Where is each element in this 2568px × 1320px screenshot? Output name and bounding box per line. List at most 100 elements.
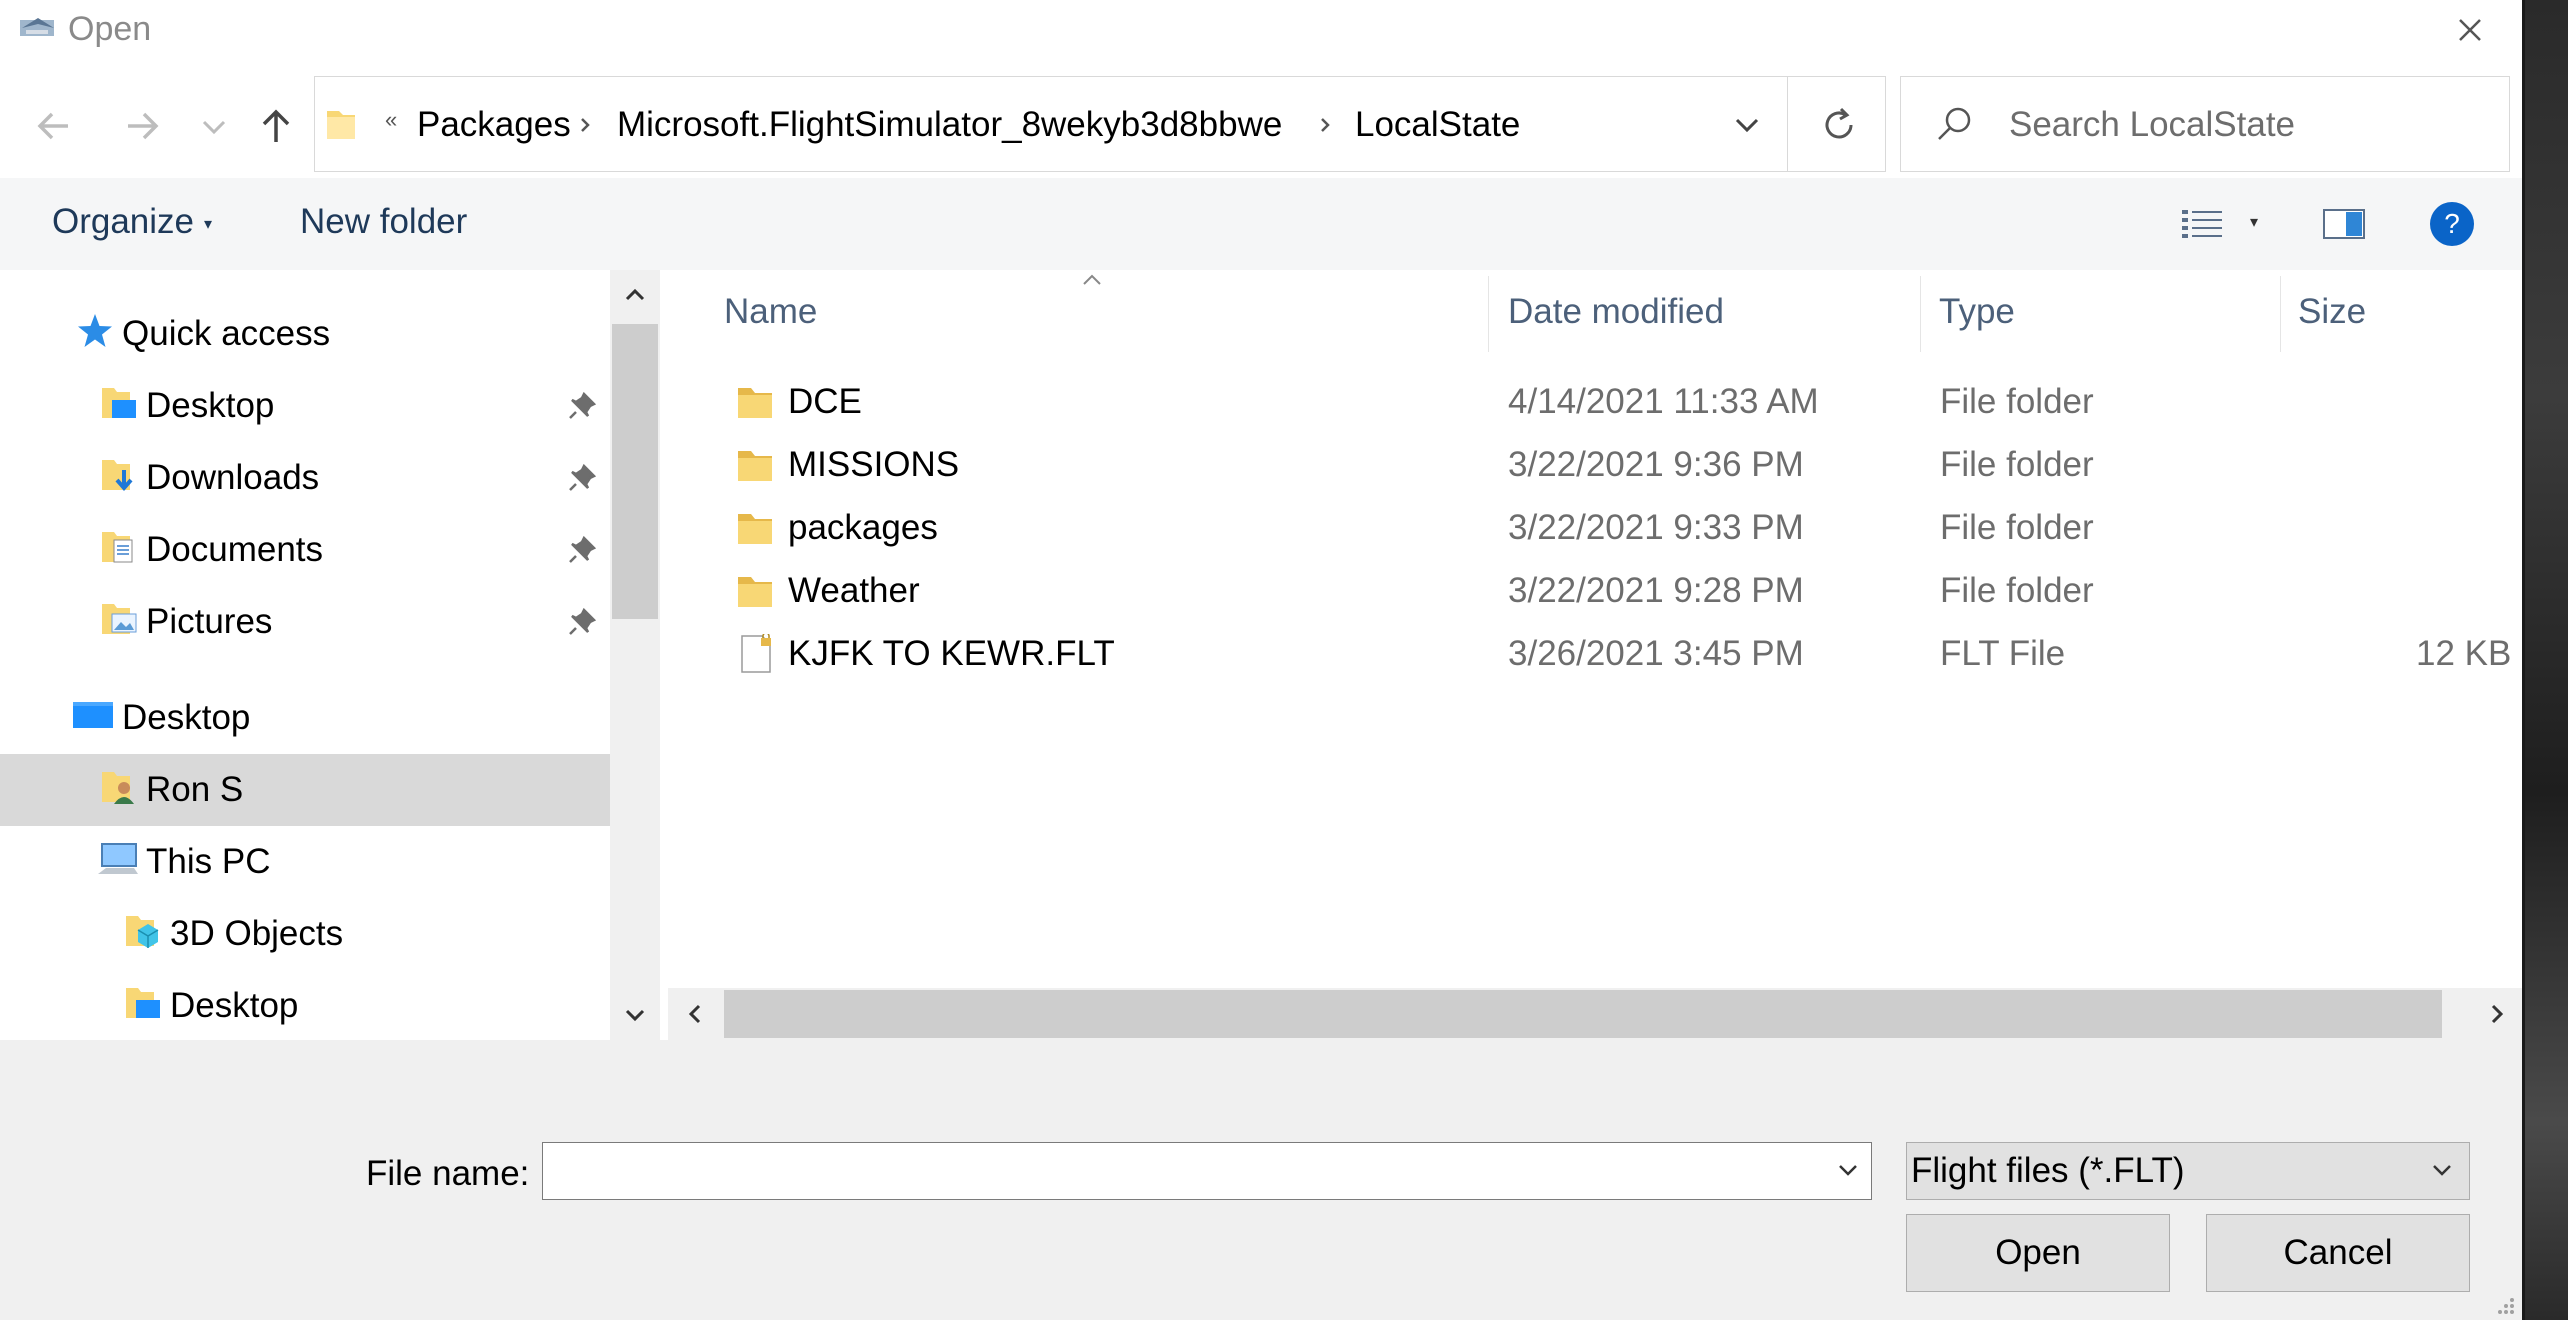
folder-icon: [738, 388, 772, 418]
breadcrumb-flightsimulator[interactable]: Microsoft.FlightSimulator_8wekyb3d8bbwe: [617, 105, 1282, 145]
search-icon: [1938, 107, 1971, 140]
file-type: File folder: [1940, 445, 2094, 484]
folder-icon: [738, 577, 772, 607]
breadcrumb-separator-icon[interactable]: [1317, 115, 1333, 135]
file-date: 3/26/2021 3:45 PM: [1508, 634, 1804, 673]
breadcrumb-packages[interactable]: Packages: [417, 105, 571, 145]
breadcrumb-separator-icon[interactable]: [577, 115, 593, 135]
window-title: Open: [68, 10, 152, 48]
resize-grip-icon[interactable]: [2490, 1290, 2516, 1316]
scroll-right-icon[interactable]: [2482, 998, 2512, 1030]
computer-icon: [98, 843, 138, 874]
forward-arrow-icon[interactable]: [110, 94, 174, 158]
view-options-dropdown-icon[interactable]: ▾: [2250, 212, 2258, 232]
column-header-type[interactable]: Type: [1939, 292, 2015, 332]
horizontal-scroll-thumb[interactable]: [724, 990, 2442, 1038]
file-type: File folder: [1940, 382, 2094, 421]
file-name: MISSIONS: [788, 445, 960, 484]
folder-icon: [738, 514, 772, 544]
file-list-pane: Name Date modified Type Size DCE 4/14/20…: [668, 270, 2522, 1040]
search-placeholder[interactable]: Search LocalState: [2009, 105, 2295, 145]
cancel-button[interactable]: Cancel: [2206, 1214, 2470, 1292]
column-header-size[interactable]: Size: [2298, 292, 2366, 332]
nav-item-label: Downloads: [146, 458, 320, 497]
column-header-name[interactable]: Name: [724, 292, 817, 332]
user-folder-icon: [102, 772, 134, 804]
nav-item-documents[interactable]: Documents: [0, 514, 608, 586]
scroll-up-icon[interactable]: [620, 280, 650, 310]
help-icon[interactable]: ?: [2428, 200, 2476, 248]
title-bar: Open: [0, 0, 2522, 64]
nav-item-label: This PC: [146, 842, 271, 881]
file-date: 4/14/2021 11:33 AM: [1508, 382, 1819, 421]
nav-item-quick-access[interactable]: Quick access: [0, 298, 608, 370]
organize-button[interactable]: Organize ▾: [52, 202, 212, 242]
svg-text:?: ?: [2444, 208, 2460, 239]
file-name-dropdown-chevron-icon[interactable]: [1833, 1155, 1863, 1185]
pin-icon: [569, 535, 597, 563]
nav-item-label: Desktop: [146, 386, 275, 425]
organize-label: Organize: [52, 202, 195, 241]
back-arrow-icon[interactable]: [22, 94, 86, 158]
file-size: 12 KB: [2416, 634, 2512, 673]
address-bar[interactable]: « Packages Microsoft.FlightSimulator_8we…: [314, 76, 1886, 172]
close-icon[interactable]: [2440, 6, 2500, 54]
scroll-down-icon[interactable]: [620, 1000, 650, 1030]
new-folder-button[interactable]: New folder: [300, 202, 467, 242]
nav-item-label: Documents: [146, 530, 324, 569]
scroll-left-icon[interactable]: [680, 998, 710, 1030]
address-divider: [1787, 77, 1788, 171]
file-type-filter-select[interactable]: Flight files (*.FLT): [1906, 1142, 2470, 1200]
nav-item-ron-s[interactable]: Ron S: [0, 754, 610, 826]
column-divider[interactable]: [1920, 276, 1921, 352]
command-toolbar: Organize ▾ New folder ▾ ?: [0, 178, 2522, 270]
open-button[interactable]: Open: [1906, 1214, 2170, 1292]
background-desktop-strip: [2522, 0, 2568, 1320]
up-arrow-icon[interactable]: [244, 94, 308, 158]
nav-item-downloads[interactable]: Downloads: [0, 442, 608, 514]
nav-item-label: Desktop: [170, 986, 299, 1025]
desktop-folder-icon: [126, 988, 160, 1018]
nav-item-label: Ron S: [146, 770, 244, 809]
address-dropdown-chevron-icon[interactable]: [1729, 107, 1765, 143]
app-icon: [20, 18, 54, 36]
view-options-icon[interactable]: [2180, 206, 2226, 244]
nav-item-desktop-pinned[interactable]: Desktop: [0, 370, 608, 442]
nav-item-label: Pictures: [146, 602, 273, 641]
file-row[interactable]: MISSIONS 3/22/2021 9:36 PM File folder: [668, 435, 2468, 497]
nav-item-pictures[interactable]: Pictures: [0, 586, 608, 658]
pin-icon: [569, 463, 597, 491]
nav-item-3d-objects[interactable]: 3D Objects: [0, 898, 608, 970]
file-row[interactable]: Weather 3/22/2021 9:28 PM File folder: [668, 561, 2468, 623]
pictures-folder-icon: [102, 604, 137, 634]
file-date: 3/22/2021 9:36 PM: [1508, 445, 1804, 484]
nav-item-desktop-thispc[interactable]: Desktop: [0, 970, 608, 1042]
file-row[interactable]: packages 3/22/2021 9:33 PM File folder: [668, 498, 2468, 560]
desktop-icon: [73, 702, 113, 728]
folder-icon: [738, 451, 772, 481]
nav-item-desktop-root[interactable]: Desktop: [0, 682, 608, 754]
file-row[interactable]: DCE 4/14/2021 11:33 AM File folder: [668, 372, 2468, 434]
breadcrumb-localstate[interactable]: LocalState: [1355, 105, 1520, 145]
nav-item-label: 3D Objects: [170, 914, 344, 953]
column-header-date-modified[interactable]: Date modified: [1508, 292, 1724, 332]
open-dialog: Open « Packages Microsoft.FlightSimulato…: [0, 0, 2522, 1320]
file-row[interactable]: KJFK TO KEWR.FLT 3/26/2021 3:45 PM FLT F…: [668, 624, 2512, 686]
recent-locations-chevron-icon[interactable]: [196, 110, 232, 142]
file-name: DCE: [788, 382, 862, 421]
file-name-input[interactable]: [542, 1142, 1872, 1200]
breadcrumb-overflow[interactable]: «: [385, 107, 397, 133]
refresh-icon[interactable]: [1817, 103, 1861, 147]
preview-pane-icon[interactable]: [2322, 206, 2366, 242]
column-divider[interactable]: [1488, 276, 1489, 352]
file-type-filter-value: Flight files (*.FLT): [1911, 1151, 2185, 1190]
pin-icon: [569, 391, 597, 419]
nav-item-this-pc[interactable]: This PC: [0, 826, 608, 898]
search-box[interactable]: Search LocalState: [1900, 76, 2510, 172]
file-name: packages: [788, 508, 938, 547]
filter-dropdown-chevron-icon[interactable]: [2427, 1155, 2457, 1185]
file-type: File folder: [1940, 571, 2094, 610]
file-name-label: File name:: [366, 1154, 530, 1193]
nav-pane-scroll-thumb[interactable]: [612, 324, 658, 619]
column-divider[interactable]: [2280, 276, 2281, 352]
